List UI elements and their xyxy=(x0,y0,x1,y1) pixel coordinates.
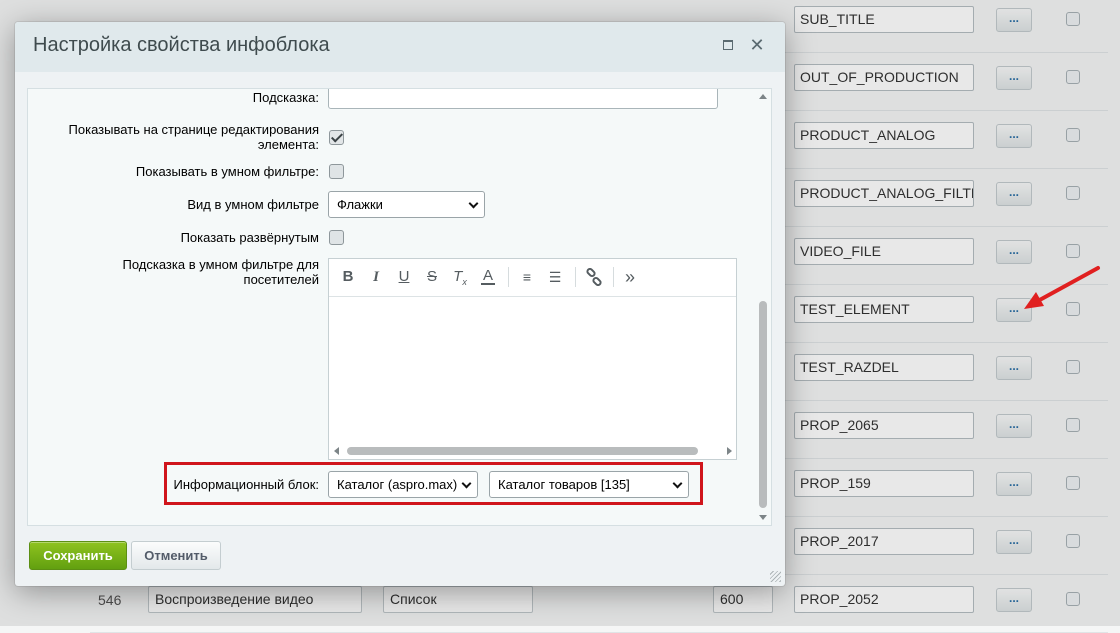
toolbar-separator xyxy=(613,267,614,287)
scroll-thumb[interactable] xyxy=(347,447,698,455)
toolbar-separator xyxy=(508,267,509,287)
show-in-filter-label: Показывать в умном фильтре: xyxy=(135,164,319,179)
iblock-value: Каталог товаров [135] xyxy=(498,477,630,492)
filter-hint-editor[interactable]: B I U S Tx A ≡ ☰ » xyxy=(328,258,737,460)
font-color-icon[interactable]: A xyxy=(481,268,495,285)
scroll-thumb[interactable] xyxy=(759,301,767,508)
content-vertical-scrollbar[interactable] xyxy=(755,89,771,525)
resize-handle[interactable] xyxy=(770,571,781,582)
filter-hint-label: Подсказка в умном фильтре для посетителе… xyxy=(122,257,319,287)
chevron-down-icon xyxy=(468,198,479,209)
hint-label: Подсказка: xyxy=(252,90,319,105)
italic-icon[interactable]: I xyxy=(369,268,383,286)
chevron-down-icon xyxy=(672,478,683,489)
show-on-edit-checkbox[interactable] xyxy=(329,130,344,145)
toolbar-separator xyxy=(575,267,576,287)
show-in-filter-checkbox[interactable] xyxy=(329,164,344,179)
link-icon[interactable] xyxy=(584,267,604,287)
scroll-down-icon[interactable] xyxy=(759,515,767,520)
scroll-right-icon[interactable] xyxy=(727,447,732,455)
save-button[interactable]: Сохранить xyxy=(29,541,127,570)
iblock-type-value: Каталог (aspro.max) xyxy=(337,477,458,492)
show-expanded-checkbox[interactable] xyxy=(329,230,344,245)
dialog-content: Подсказка: Показывать на странице редакт… xyxy=(27,88,772,526)
remove-format-icon[interactable]: Tx xyxy=(451,268,469,287)
cancel-button[interactable]: Отменить xyxy=(131,541,221,570)
ordered-list-icon[interactable]: ≡ xyxy=(517,268,537,286)
close-icon[interactable]: ✕ xyxy=(749,36,765,54)
chevron-down-icon xyxy=(461,478,472,489)
scroll-left-icon[interactable] xyxy=(334,447,339,455)
hint-input[interactable] xyxy=(328,89,718,109)
strikethrough-icon[interactable]: S xyxy=(425,268,439,286)
editor-horizontal-scrollbar[interactable] xyxy=(329,443,736,459)
unordered-list-icon[interactable]: ☰ xyxy=(545,268,565,286)
editor-toolbar: B I U S Tx A ≡ ☰ » xyxy=(329,259,736,297)
more-icon[interactable]: » xyxy=(621,268,639,286)
iblock-label: Информационный блок: xyxy=(173,477,319,492)
red-arrow-annotation xyxy=(1024,266,1100,309)
underline-icon[interactable]: U xyxy=(397,268,411,286)
dialog-header[interactable]: Настройка свойства инфоблока ✕ xyxy=(15,22,785,72)
bold-icon[interactable]: B xyxy=(341,268,355,286)
filter-view-value: Флажки xyxy=(337,197,383,212)
property-settings-dialog: Настройка свойства инфоблока ✕ Подсказка… xyxy=(15,22,785,586)
dialog-title: Настройка свойства инфоблока xyxy=(33,34,330,56)
iblock-type-select[interactable]: Каталог (aspro.max) xyxy=(328,471,478,498)
iblock-select[interactable]: Каталог товаров [135] xyxy=(489,471,689,498)
filter-view-label: Вид в умном фильтре xyxy=(187,197,319,212)
scroll-up-icon[interactable] xyxy=(759,94,767,99)
show-expanded-label: Показать развёрнутым xyxy=(180,230,319,245)
maximize-icon[interactable] xyxy=(723,40,733,50)
show-on-edit-label: Показывать на странице редактирования эл… xyxy=(68,122,319,152)
filter-view-select[interactable]: Флажки xyxy=(328,191,485,218)
